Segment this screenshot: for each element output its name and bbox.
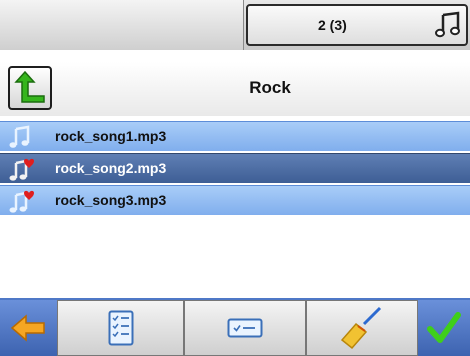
song-name: rock_song1.mp3 [55, 128, 167, 144]
select-button[interactable] [184, 300, 306, 356]
select-all-button[interactable] [57, 300, 184, 356]
broom-icon [340, 306, 382, 350]
top-left-panel [0, 0, 244, 50]
list-item[interactable]: rock_song3.mp3 [0, 185, 470, 215]
back-button[interactable] [0, 300, 57, 356]
song-name: rock_song3.mp3 [55, 192, 167, 208]
song-name: rock_song2.mp3 [55, 160, 167, 176]
favorite-music-icon [9, 190, 34, 213]
ok-button[interactable] [418, 300, 470, 356]
track-counter: 2 (3) [318, 17, 347, 33]
music-note-icon [435, 11, 460, 38]
track-counter-panel: 2 (3) [246, 4, 468, 46]
back-arrow-icon [10, 314, 45, 342]
checklist-icon [108, 310, 133, 346]
favorite-music-icon [9, 158, 34, 181]
clear-button[interactable] [306, 300, 418, 356]
music-note-icon [9, 125, 30, 148]
folder-title: Rock [249, 78, 291, 97]
checkmark-icon [427, 312, 461, 343]
song-list: rock_song1.mp3 rock_song2.mp3 rock_song3… [0, 121, 470, 217]
select-box-icon [227, 318, 263, 338]
list-item[interactable]: rock_song1.mp3 [0, 121, 470, 151]
list-item[interactable]: rock_song2.mp3 [0, 153, 470, 183]
